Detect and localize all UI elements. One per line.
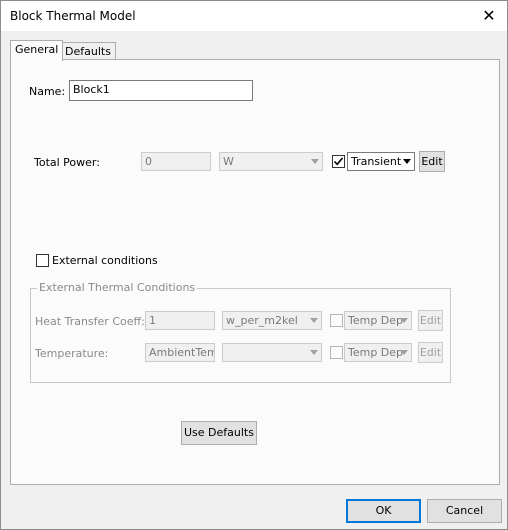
temperature-unit-select[interactable] <box>222 343 322 362</box>
general-panel: Name: Block1 Total Power: 0 W Transient … <box>10 59 500 485</box>
chevron-down-icon <box>311 159 319 164</box>
use-defaults-label: Use Defaults <box>184 426 254 439</box>
total-power-mode-select[interactable]: Transient <box>347 152 415 171</box>
cancel-label: Cancel <box>445 504 484 517</box>
htc-edit-button[interactable]: Edit <box>418 310 443 331</box>
close-icon[interactable]: ✕ <box>471 1 507 31</box>
ok-label: OK <box>375 504 392 517</box>
name-input[interactable]: Block1 <box>69 80 253 101</box>
htc-unit-value: w_per_m2kel <box>226 314 298 327</box>
total-power-label: Total Power: <box>34 156 100 169</box>
tab-general[interactable]: General <box>10 40 64 61</box>
chevron-down-icon <box>403 159 411 164</box>
htc-temp-dep-checkbox[interactable] <box>330 314 343 327</box>
temperature-edit-label: Edit <box>419 346 442 359</box>
temperature-mode-value: Temp Dep <box>348 346 404 359</box>
total-power-unit-value: W <box>223 155 234 168</box>
temperature-value-field[interactable]: AmbientTemp <box>145 343 215 362</box>
total-power-value-field[interactable]: 0 <box>141 152 211 171</box>
htc-label: Heat Transfer Coeff: <box>35 315 145 328</box>
htc-unit-select[interactable]: w_per_m2kel <box>222 311 322 330</box>
htc-mode-value: Temp Dep <box>348 314 404 327</box>
temperature-label: Temperature: <box>35 347 109 360</box>
use-defaults-button[interactable]: Use Defaults <box>181 421 257 445</box>
htc-value-field[interactable]: 1 <box>145 311 215 330</box>
htc-mode-select[interactable]: Temp Dep <box>344 311 412 330</box>
external-conditions-checkbox[interactable] <box>36 254 49 267</box>
chevron-down-icon <box>310 350 318 355</box>
dialog-window: Block Thermal Model ✕ General Defaults N… <box>0 0 508 530</box>
htc-edit-label: Edit <box>419 314 442 327</box>
chevron-down-icon <box>310 318 318 323</box>
title-bar: Block Thermal Model ✕ <box>1 1 507 31</box>
total-power-mode-value: Transient <box>351 155 402 168</box>
ok-button[interactable]: OK <box>346 499 421 523</box>
total-power-edit-button[interactable]: Edit <box>419 151 445 172</box>
tab-defaults-label: Defaults <box>65 45 111 58</box>
chevron-down-icon <box>400 318 408 323</box>
external-thermal-conditions-group: External Thermal Conditions Heat Transfe… <box>30 281 451 383</box>
chevron-down-icon <box>400 350 408 355</box>
name-label: Name: <box>29 85 66 98</box>
temperature-edit-button[interactable]: Edit <box>418 342 443 363</box>
window-title: Block Thermal Model <box>10 9 136 23</box>
temperature-mode-select[interactable]: Temp Dep <box>344 343 412 362</box>
total-power-edit-label: Edit <box>421 155 443 168</box>
total-power-checkbox[interactable] <box>332 155 345 168</box>
cancel-button[interactable]: Cancel <box>427 499 502 523</box>
checkmark-icon <box>333 157 344 166</box>
group-title: External Thermal Conditions <box>37 281 198 294</box>
external-conditions-label[interactable]: External conditions <box>52 254 158 267</box>
total-power-unit-select[interactable]: W <box>219 152 323 171</box>
tab-general-label: General <box>15 43 59 56</box>
temperature-temp-dep-checkbox[interactable] <box>330 346 343 359</box>
